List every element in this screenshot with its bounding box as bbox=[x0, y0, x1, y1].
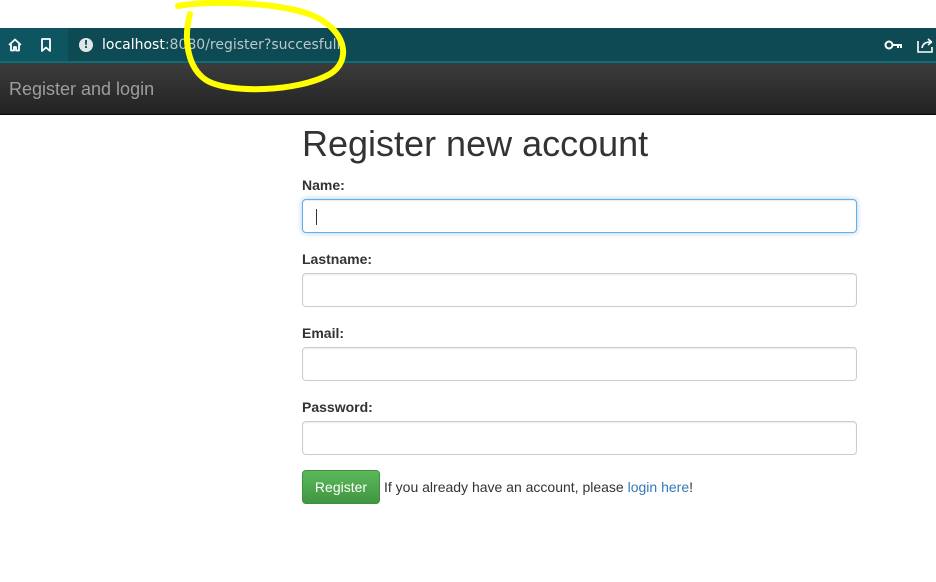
name-label: Name: bbox=[302, 177, 345, 193]
hint-prefix: If you already have an account, please bbox=[384, 479, 628, 495]
page-title: Register new account bbox=[302, 123, 649, 164]
bookmark-icon bbox=[41, 37, 51, 52]
share-icon[interactable] bbox=[916, 36, 936, 54]
info-icon[interactable]: ! bbox=[79, 38, 93, 52]
bookmark-button[interactable] bbox=[31, 28, 61, 61]
url-text[interactable]: localhost:8080/register?succesfull bbox=[102, 36, 340, 54]
text-caret bbox=[316, 209, 317, 225]
navbar: Register and login bbox=[0, 63, 936, 115]
password-input[interactable] bbox=[302, 421, 857, 455]
lastname-label: Lastname: bbox=[302, 251, 373, 267]
email-label: Email: bbox=[302, 325, 345, 341]
login-hint: If you already have an account, please l… bbox=[384, 478, 693, 496]
top-strip bbox=[0, 0, 936, 28]
name-input[interactable] bbox=[302, 199, 857, 233]
lastname-input[interactable] bbox=[302, 273, 857, 307]
key-icon[interactable] bbox=[884, 37, 904, 53]
password-label: Password: bbox=[302, 399, 373, 415]
browser-toolbar: ! localhost:8080/register?succesfull bbox=[0, 28, 936, 63]
home-button[interactable] bbox=[0, 28, 30, 61]
page: ! localhost:8080/register?succesfull Reg… bbox=[0, 0, 936, 582]
email-input[interactable] bbox=[302, 347, 857, 381]
url-host: localhost bbox=[102, 37, 165, 53]
navbar-brand[interactable]: Register and login bbox=[9, 78, 154, 100]
home-icon bbox=[8, 38, 22, 51]
hint-suffix: ! bbox=[689, 479, 693, 495]
login-link[interactable]: login here bbox=[628, 479, 690, 495]
register-button[interactable]: Register bbox=[302, 470, 380, 504]
url-path: :8080/register?succesfull bbox=[164, 37, 341, 53]
